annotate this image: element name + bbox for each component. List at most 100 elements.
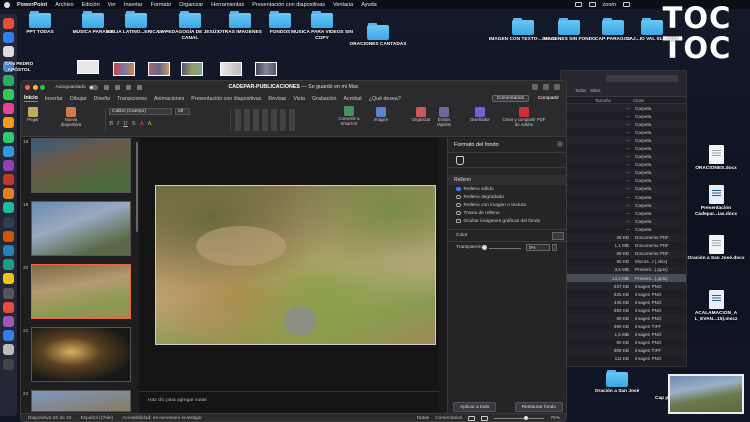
finder-search-field[interactable] (606, 75, 678, 82)
finder-row[interactable]: -- Carpeta (561, 177, 686, 185)
screenshot-preview-thumbnail[interactable] (668, 374, 744, 414)
menu-organizar[interactable]: Organizar (179, 2, 203, 8)
menu-ventana[interactable]: Ventana (333, 2, 353, 8)
finder-row[interactable]: 3,5 MB Present...(.pptx) (561, 265, 686, 274)
tab-inicio[interactable]: Inicio (24, 95, 38, 102)
desktop-image-file[interactable] (181, 62, 203, 76)
desktop-file-label[interactable]: Cap pant... (655, 396, 669, 402)
designer-button[interactable]: Diseñador (468, 107, 492, 123)
trash-icon[interactable] (3, 358, 14, 370)
dock-app-icon[interactable] (3, 301, 14, 313)
menu-formato[interactable]: Formato (151, 2, 171, 8)
transparency-slider-knob[interactable] (482, 245, 487, 250)
screen-icon[interactable] (588, 2, 596, 7)
fill-option-pattern[interactable]: Trama de relleno (448, 209, 566, 217)
new-slide-button[interactable]: Nueva diapositiva (58, 107, 84, 127)
desktop-folder[interactable]: SAN PEDRO APÓSTOL (0, 60, 38, 73)
desktop-image-file[interactable] (77, 60, 99, 74)
finder-row[interactable]: 90 KB Imagen PNG (561, 339, 686, 347)
finder-row[interactable]: 90 KB Imagen PNG (561, 314, 686, 323)
slide-thumbnail[interactable] (31, 201, 131, 256)
convert-smartart-button[interactable]: Convertir a SmartArt (334, 106, 364, 126)
menu-ver[interactable]: Ver (108, 2, 116, 8)
finder-row[interactable]: 1,1 MB Documento PDF (561, 242, 686, 250)
dock-app-icon[interactable] (3, 188, 14, 200)
finder-row[interactable]: 825 KB Imagen PNG (561, 290, 686, 298)
share-icon[interactable] (543, 84, 549, 90)
strikethrough-icon[interactable]: S (132, 121, 136, 127)
slide-thumbnail[interactable] (31, 327, 131, 382)
fill-tab[interactable] (448, 152, 566, 168)
desktop-folder[interactable]: CAJ...IO VAL 01... 2021 (626, 18, 678, 43)
settings-icon[interactable] (554, 84, 560, 90)
zoom-status[interactable]: zoom (603, 2, 616, 8)
notes-toggle[interactable]: Notas (417, 416, 430, 421)
dock-app-icon[interactable] (3, 259, 14, 271)
dock-app-icon[interactable] (3, 216, 14, 228)
fill-option-solid[interactable]: Relleno sólido (448, 185, 566, 193)
desktop-document[interactable]: ORACIONES.docx (686, 145, 746, 172)
apply-to-all-button[interactable]: Aplicar a todo (453, 402, 497, 412)
desktop-folder[interactable]: ORACIONES CANTADAS (343, 23, 413, 48)
slide-thumbnail[interactable] (31, 138, 131, 193)
wifi-icon[interactable] (623, 2, 630, 7)
tab-animaciones[interactable]: Animaciones (154, 96, 184, 102)
finder-row[interactable]: -- Carpeta (561, 136, 686, 145)
dock-app-icon[interactable] (3, 315, 14, 327)
desktop-image-file[interactable] (148, 62, 170, 76)
highlight-icon[interactable]: A (148, 121, 152, 127)
transparency-slider[interactable] (489, 247, 521, 249)
desktop-document[interactable]: Presentación Cadepar...ias.docx (686, 185, 746, 217)
finder-row[interactable]: -- Carpeta (561, 161, 686, 169)
finder-row[interactable]: -- Carpeta (561, 225, 686, 233)
language-indicator[interactable]: Español (Chile) (80, 416, 113, 421)
normal-view-icon[interactable] (468, 415, 476, 421)
tab-insertar[interactable]: Insertar (45, 96, 63, 102)
zoom-slider[interactable] (494, 415, 545, 420)
arrange-button[interactable]: Organizar (410, 107, 432, 123)
dock-app-icon[interactable] (3, 330, 14, 342)
menu-herramientas[interactable]: Herramientas (211, 2, 244, 8)
dock-app-icon[interactable] (3, 117, 14, 129)
finder-row[interactable]: 90 KB Micros...t (.xlsx) (561, 258, 686, 266)
quick-styles-button[interactable]: Estilos rápidos (433, 107, 455, 127)
share-button[interactable]: Compartir (535, 95, 562, 103)
finder-row[interactable]: -- Carpeta (561, 128, 686, 136)
column-kind[interactable]: Clase (633, 98, 645, 103)
thumbnails-scrollbar[interactable] (136, 142, 138, 232)
slide-thumbnail-selected[interactable] (31, 264, 131, 319)
finder-row[interactable]: 28 KB Documento PDF (561, 233, 686, 242)
zoom-level[interactable]: 76% (550, 416, 560, 421)
tab-acrobat[interactable]: Acrobat (343, 96, 361, 102)
create-pdf-button[interactable]: Crear y compartir PDF de Adobe (502, 107, 546, 127)
finder-row[interactable]: -- Carpeta (561, 152, 686, 161)
dock-app-icon[interactable] (3, 131, 14, 143)
reset-background-button[interactable]: Restaurar fondo (514, 402, 563, 412)
tab-dibujar[interactable]: Dibujar (70, 96, 87, 102)
fill-option-picture[interactable]: Relleno con imagen o textura (448, 201, 566, 209)
menu-app[interactable]: PowerPoint (17, 2, 47, 8)
underline-icon[interactable]: U (123, 121, 128, 127)
desktop-image-file[interactable] (220, 62, 242, 76)
tab-revisar[interactable]: Revisar (268, 96, 286, 102)
paste-button[interactable]: Pegar (25, 107, 41, 123)
accessibility-status[interactable]: Accesibilidad: es necesario investigar (122, 416, 202, 421)
search-icon[interactable] (532, 84, 538, 90)
dock-app-icon[interactable] (3, 103, 14, 115)
dock-app-icon[interactable] (3, 74, 14, 86)
dock-app-icon[interactable] (3, 46, 14, 58)
bold-icon[interactable]: B (109, 121, 113, 127)
desktop-document[interactable]: Oración a San José.docx (686, 235, 746, 262)
color-picker-button[interactable] (552, 232, 564, 240)
paragraph-controls[interactable] (235, 109, 295, 131)
tab-vista[interactable]: Vista (293, 96, 305, 102)
finder-row[interactable]: -- Carpeta (561, 104, 686, 113)
battery-icon[interactable] (574, 2, 582, 7)
slide-image-succulents[interactable] (155, 185, 436, 345)
desktop-image-file[interactable] (255, 62, 277, 76)
tab-transiciones[interactable]: Transiciones (117, 96, 147, 102)
tab-presentacion[interactable]: Presentación con diapositivas (191, 96, 261, 102)
finder-row[interactable]: 837 KB Imagen PNG (561, 282, 686, 291)
transparency-stepper[interactable] (552, 244, 557, 251)
notes-area[interactable]: Haz clic para agregar notas (139, 391, 439, 413)
